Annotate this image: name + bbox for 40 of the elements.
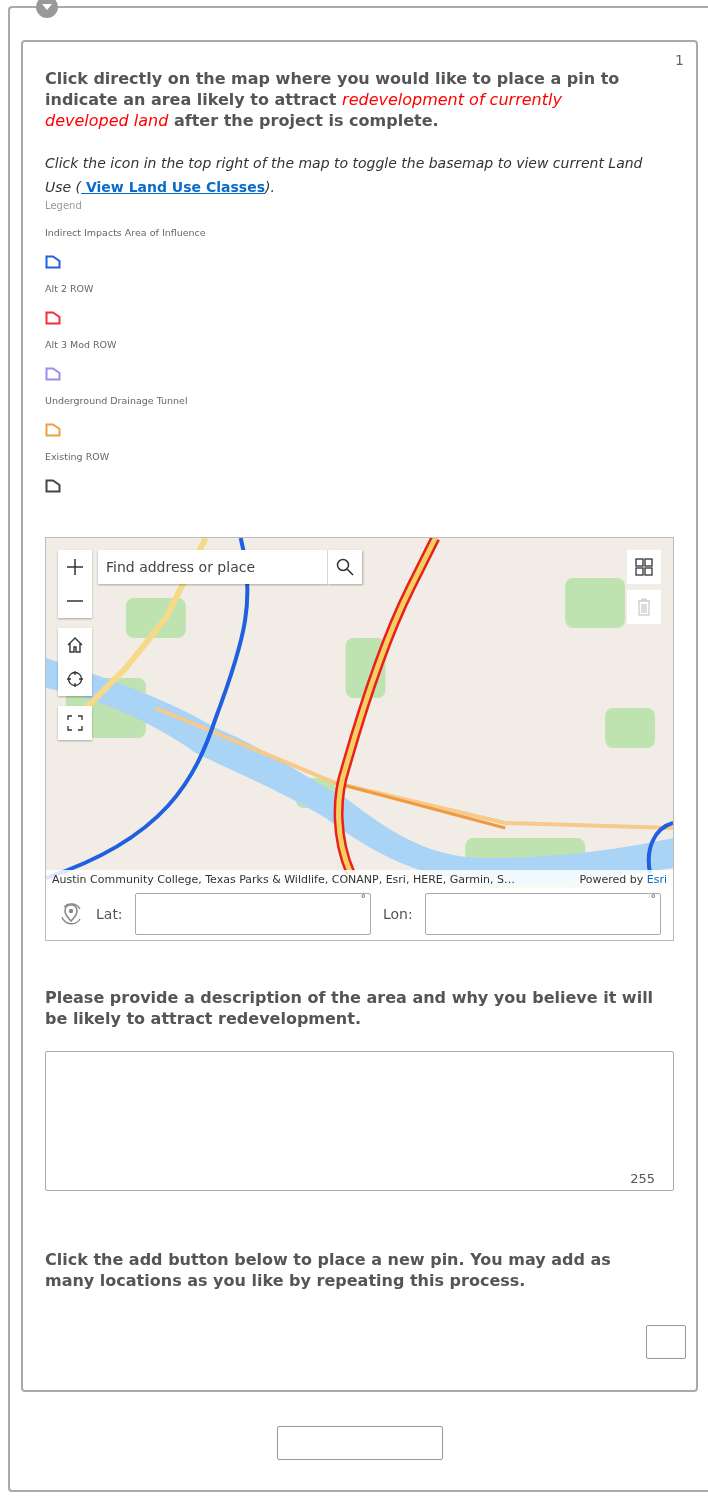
- plus-icon: [66, 558, 84, 576]
- caret-icon: [41, 3, 53, 11]
- fullscreen-icon: [67, 715, 83, 731]
- lon-label: Lon:: [382, 906, 413, 922]
- collapse-toggle[interactable]: [36, 0, 58, 18]
- legend-label: Alt 2 ROW: [45, 283, 94, 295]
- lat-label: Lat:: [96, 906, 123, 922]
- powered-by-text: Powered by Esri: [579, 872, 667, 886]
- fullscreen-button[interactable]: [58, 706, 92, 740]
- add-button[interactable]: [646, 1325, 686, 1359]
- hint-text: Click the icon in the top right of the map to toggle the basemap to view current Land Use ( View Land Use Classes).: [45, 154, 644, 197]
- crosshair-icon: [66, 670, 84, 688]
- description-field[interactable]: 255: [45, 1051, 674, 1191]
- search-icon: [336, 558, 354, 576]
- legend-label: Indirect Impacts Area of Influence: [45, 227, 206, 239]
- question-number: 1: [675, 52, 684, 68]
- search-field[interactable]: Find address or place: [98, 550, 328, 584]
- question-text: Please provide a description of the area and why you believe it will be likely to attract redevelopment.: [45, 987, 655, 1029]
- trash-icon: [637, 598, 651, 616]
- home-icon: [66, 636, 84, 654]
- question-text: Click directly on the map where you would like to place a pin to indicate an area likely to attract redevelopment of currently developed land after the project is complete.: [45, 68, 621, 131]
- home-button[interactable]: [58, 628, 92, 662]
- legend-label: Existing ROW: [45, 451, 110, 463]
- land-use-link[interactable]: View Land Use Classes: [81, 179, 265, 195]
- longitude-field[interactable]: °: [424, 893, 661, 935]
- search-button[interactable]: [328, 550, 362, 584]
- latitude-field[interactable]: °: [134, 893, 371, 935]
- map-attribution: Austin Community College, Texas Parks & Wildlife, CONANP, Esri, HERE, Garmin, S…: [52, 872, 516, 886]
- minus-icon: [66, 599, 84, 603]
- basemap-toggle-button[interactable]: [627, 550, 661, 584]
- grid-icon: [635, 558, 653, 576]
- zoom-out-button[interactable]: [58, 584, 92, 618]
- esri-link[interactable]: Esri: [646, 872, 667, 886]
- zoom-in-button[interactable]: [58, 550, 92, 584]
- submit-button[interactable]: [276, 1426, 443, 1460]
- legend-title: Legend: [45, 199, 82, 213]
- legend-label: Alt 3 Mod ROW: [45, 339, 117, 351]
- locate-button[interactable]: [58, 662, 92, 696]
- question-text: Click the add button below to place a new pin. You may add as many locations as you like by repeating this process.: [45, 1249, 612, 1291]
- legend-label: Underground Drainage Tunnel: [45, 395, 188, 407]
